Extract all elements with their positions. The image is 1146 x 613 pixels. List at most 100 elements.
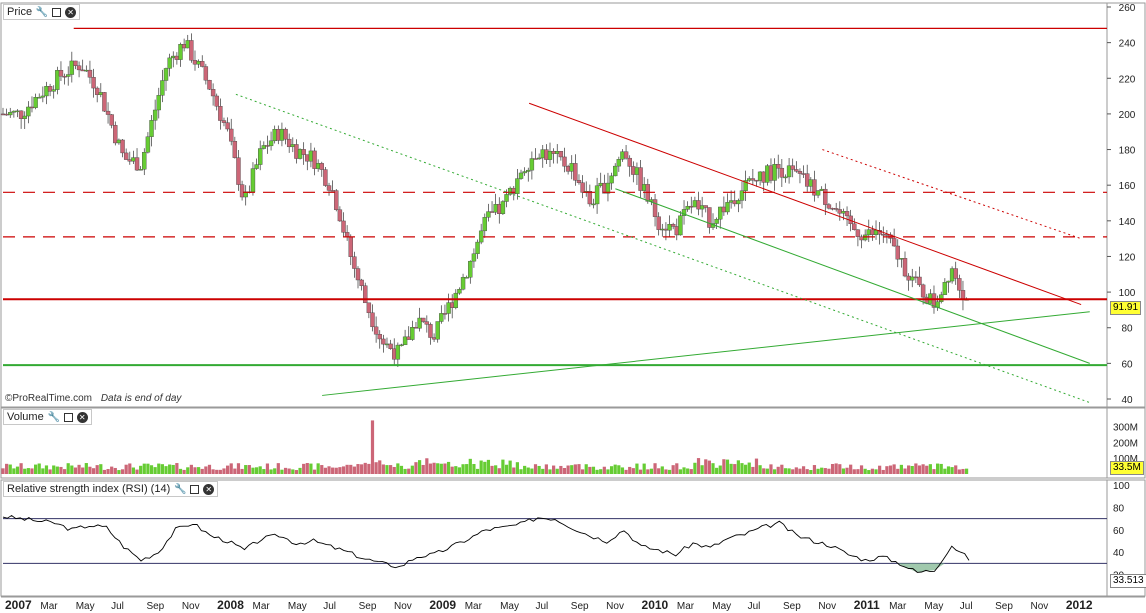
x-tick-label: 2009 <box>429 598 456 612</box>
volume-bar <box>617 465 621 474</box>
candle-body <box>113 125 118 144</box>
candle-body <box>62 75 67 78</box>
close-icon[interactable]: ✕ <box>65 6 77 18</box>
volume-bar <box>475 468 480 474</box>
candle-body <box>218 106 223 121</box>
close-icon[interactable]: ✕ <box>76 411 88 423</box>
volume-bar <box>153 467 157 474</box>
x-tick-label: 2012 <box>1066 598 1093 612</box>
x-tick-label: 2008 <box>217 598 244 612</box>
candle-body <box>475 241 480 254</box>
price-y-tick-label: 80 <box>1121 324 1133 335</box>
x-tick-label: May <box>712 601 731 612</box>
candle-body <box>613 165 618 177</box>
volume-bar <box>812 465 817 474</box>
candle-body <box>138 169 143 171</box>
volume-bar <box>841 468 846 474</box>
volume-bar <box>465 464 469 474</box>
candle-body <box>837 209 842 214</box>
watermark-note: Data is end of day <box>100 393 182 404</box>
volume-bar <box>649 468 654 474</box>
volume-bar <box>823 468 827 474</box>
volume-bar <box>791 469 795 474</box>
window-icon[interactable] <box>52 7 62 17</box>
volume-bar <box>722 459 726 474</box>
candle-body <box>895 245 900 260</box>
close-icon[interactable]: ✕ <box>203 483 215 495</box>
candle-body <box>453 292 459 308</box>
volume-bar <box>595 469 599 474</box>
volume-bar <box>229 463 233 474</box>
volume-bar <box>236 463 241 474</box>
volume-bar <box>874 469 878 474</box>
candle-body <box>268 140 274 147</box>
volume-bar <box>102 469 107 474</box>
candle-body <box>486 211 491 218</box>
x-tick-label: Mar <box>889 601 907 612</box>
rsi-panel-header: Relative strength index (RSI) (14) 🔧 ✕ <box>3 481 219 497</box>
candle-body <box>105 110 111 115</box>
candle-body <box>576 180 582 183</box>
volume-bar <box>718 465 722 474</box>
candle-body <box>47 86 53 92</box>
volume-bar <box>37 463 41 474</box>
candle-body <box>689 205 694 208</box>
volume-bar <box>113 467 117 474</box>
candle-body <box>18 110 24 119</box>
stock-chart: 406080100120140160180200220240260100M200… <box>0 2 1146 612</box>
volume-bar <box>588 466 592 474</box>
candle-body <box>526 169 531 172</box>
volume-bar <box>754 458 759 474</box>
candle-body <box>185 40 190 49</box>
volume-bar <box>486 459 491 474</box>
candle-body <box>776 164 781 169</box>
trend-line <box>822 149 1082 240</box>
volume-bar <box>55 466 59 474</box>
candle-body <box>392 348 397 360</box>
volume-bar <box>225 465 230 474</box>
volume-bar <box>917 465 922 474</box>
volume-bar <box>385 465 389 474</box>
volume-bar <box>240 468 244 474</box>
volume-bar <box>59 466 63 474</box>
volume-bar <box>91 468 96 474</box>
volume-bar <box>186 467 190 474</box>
candle-body <box>497 204 502 214</box>
x-tick-label: Sep <box>146 601 164 612</box>
wrench-icon[interactable]: 🔧 <box>47 411 59 423</box>
volume-bar <box>696 458 701 474</box>
candle-body <box>261 145 267 149</box>
volume-bar <box>856 469 860 474</box>
candle-body <box>290 144 295 148</box>
volume-bar <box>602 466 606 474</box>
x-tick-label: Nov <box>606 601 624 612</box>
volume-bar <box>501 459 505 474</box>
candle-body <box>555 151 560 154</box>
volume-bar <box>218 469 222 474</box>
candle-body <box>120 139 125 154</box>
candle-body <box>663 228 669 231</box>
volume-bar <box>439 463 443 474</box>
volume-bar <box>233 468 237 474</box>
volume-bar <box>570 465 574 474</box>
candle-body <box>276 129 281 141</box>
volume-bar <box>168 464 172 474</box>
volume-bar <box>396 463 400 474</box>
volume-bar <box>360 464 364 474</box>
volume-bar <box>200 468 204 474</box>
candle-body <box>8 112 13 116</box>
candle-body <box>906 275 911 281</box>
wrench-icon[interactable]: 🔧 <box>174 483 186 495</box>
window-icon[interactable] <box>190 484 200 494</box>
candle-body <box>823 188 828 205</box>
candle-body <box>265 145 270 147</box>
candle-body <box>623 151 629 159</box>
wrench-icon[interactable]: 🔧 <box>36 6 48 18</box>
candle-body <box>326 185 332 191</box>
volume-bar <box>461 464 465 474</box>
window-icon[interactable] <box>63 412 73 422</box>
volume-bar <box>298 467 302 474</box>
candle-body <box>395 344 401 360</box>
price-y-tick-label: 120 <box>1119 252 1136 263</box>
candle-body <box>11 110 17 113</box>
